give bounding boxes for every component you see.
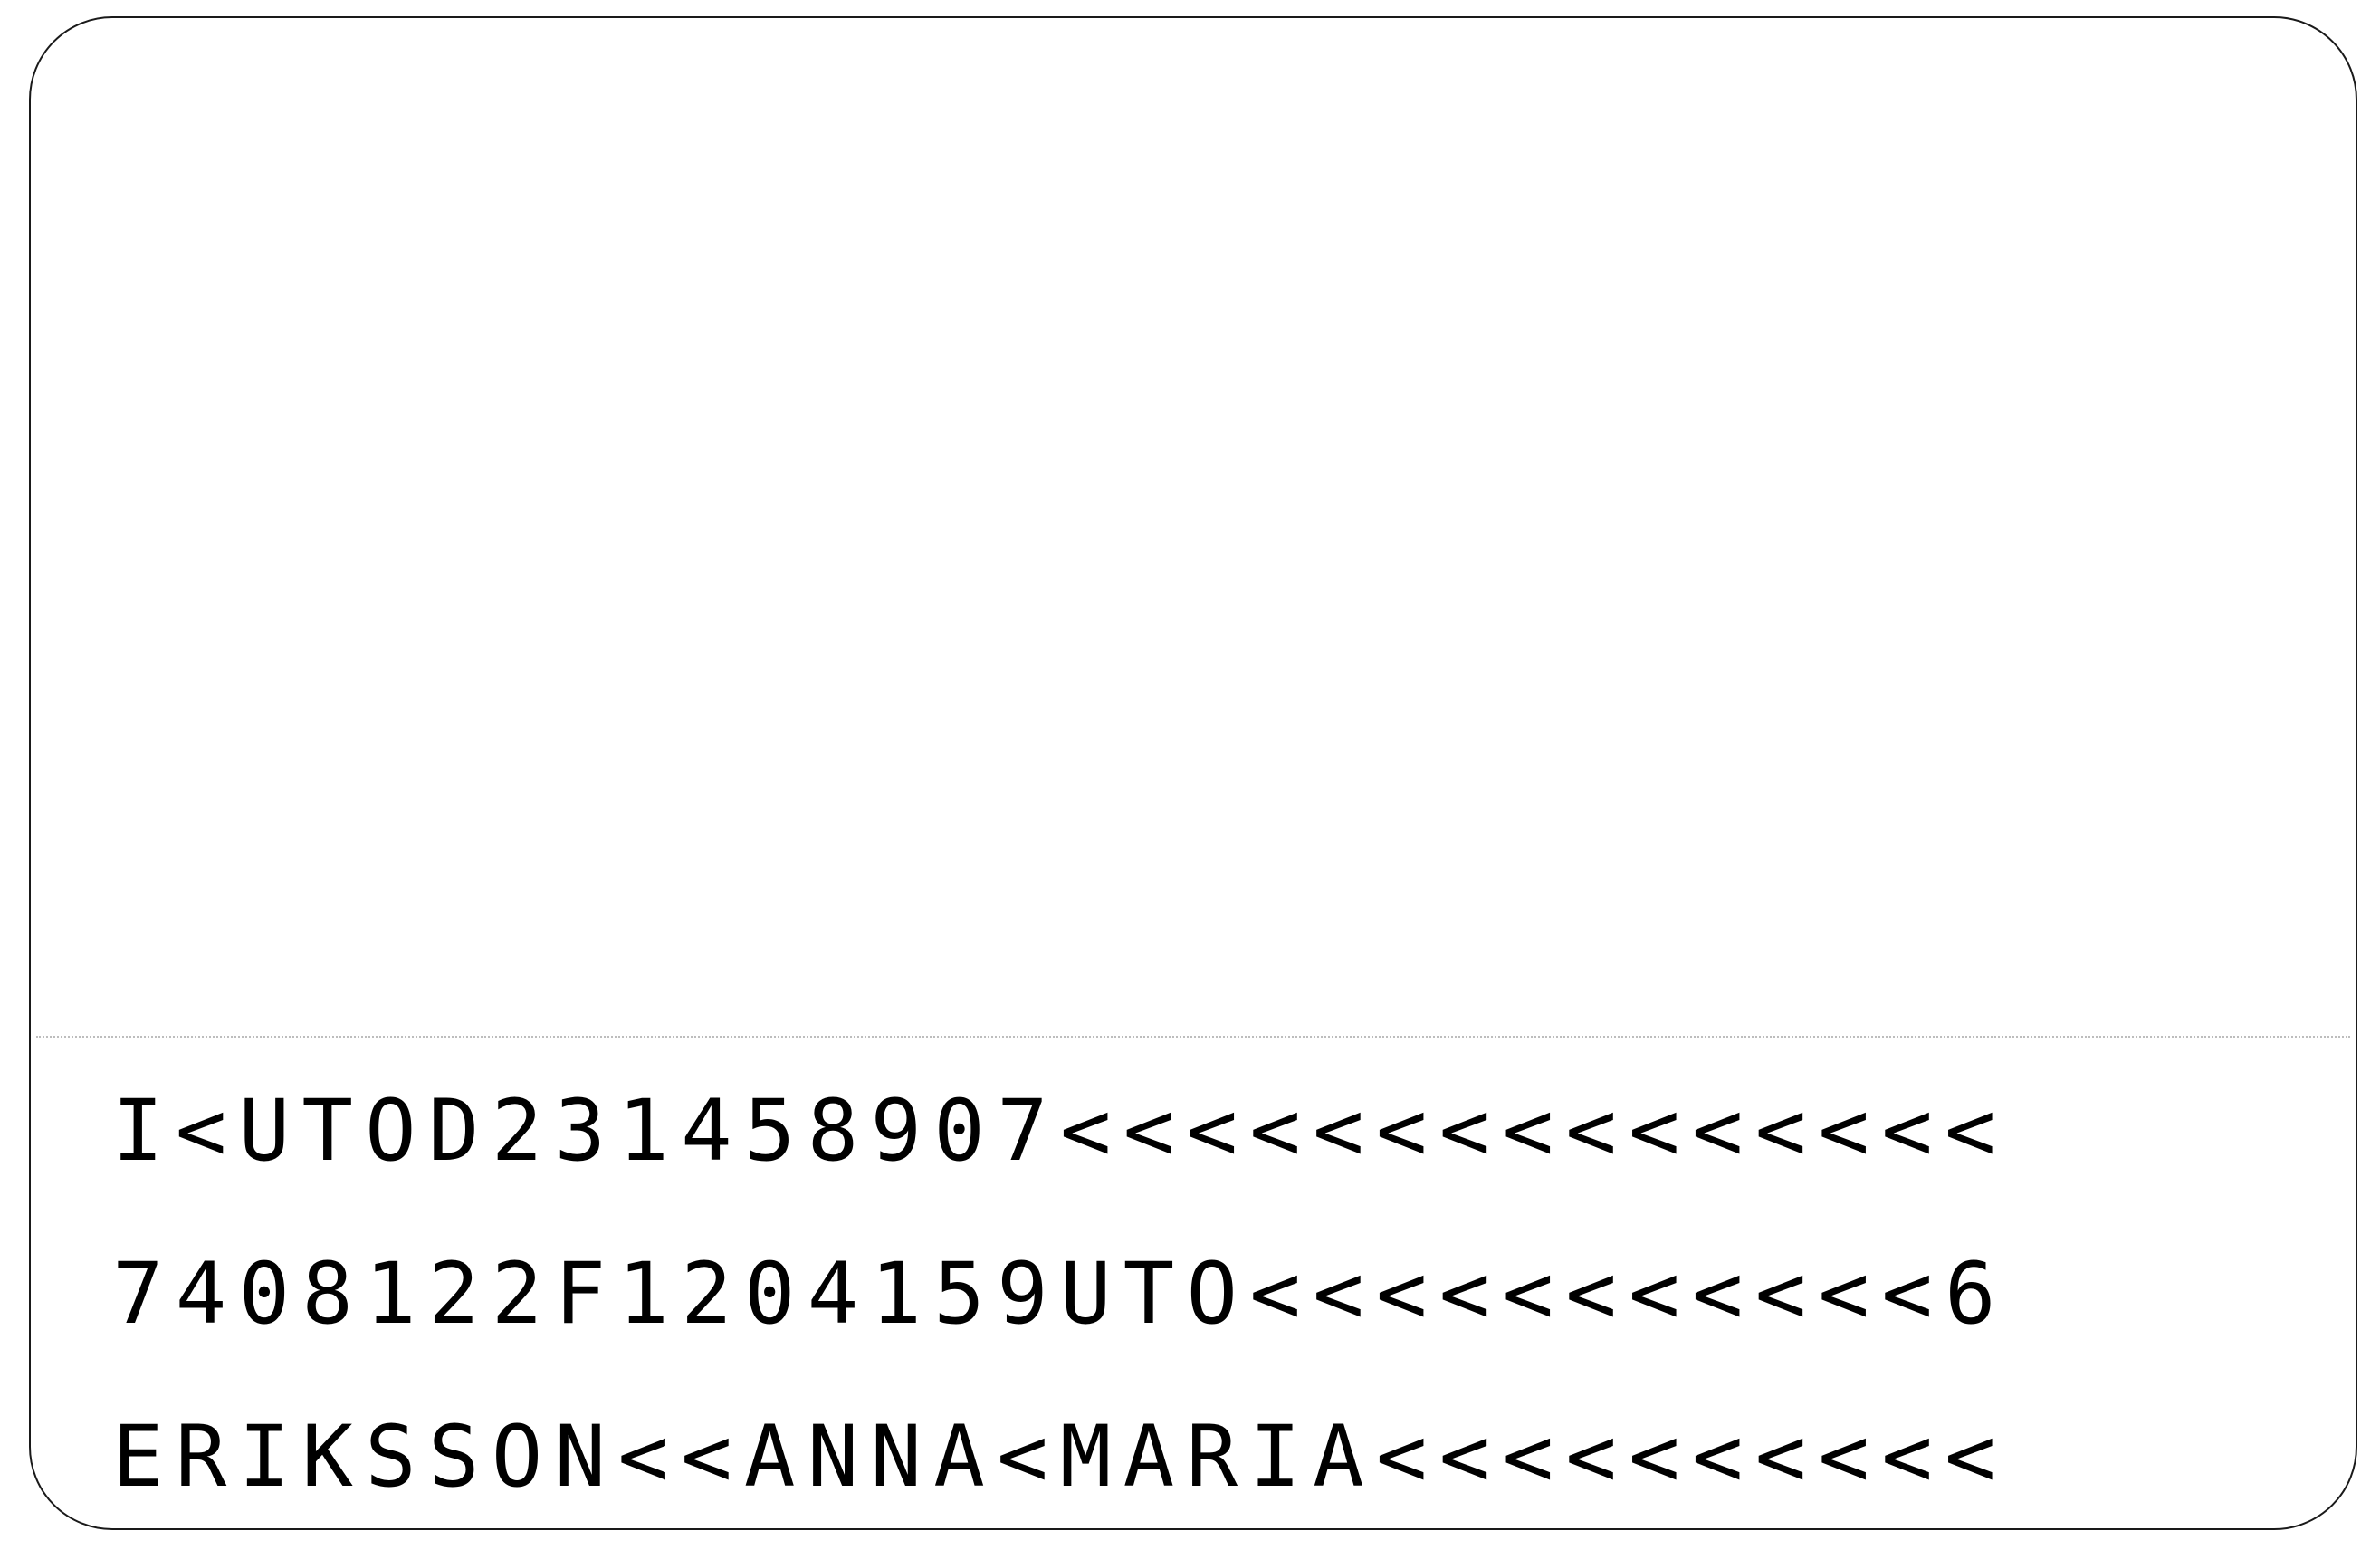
page: I<UTOD231458907<<<<<<<<<<<<<<< 7408122F1… bbox=[0, 0, 2380, 1550]
mrz-line-3: ERIKSSON<<ANNA<MARIA<<<<<<<<<< bbox=[112, 1408, 2008, 1507]
mrz-line-2: 7408122F1204159UTO<<<<<<<<<<<6 bbox=[112, 1245, 2008, 1344]
id-card-back: I<UTOD231458907<<<<<<<<<<<<<<< 7408122F1… bbox=[29, 16, 2357, 1530]
mrz-separator bbox=[36, 1036, 2350, 1038]
machine-readable-zone: I<UTOD231458907<<<<<<<<<<<<<<< 7408122F1… bbox=[112, 1050, 2285, 1528]
mrz-line-1: I<UTOD231458907<<<<<<<<<<<<<<< bbox=[112, 1082, 2008, 1181]
